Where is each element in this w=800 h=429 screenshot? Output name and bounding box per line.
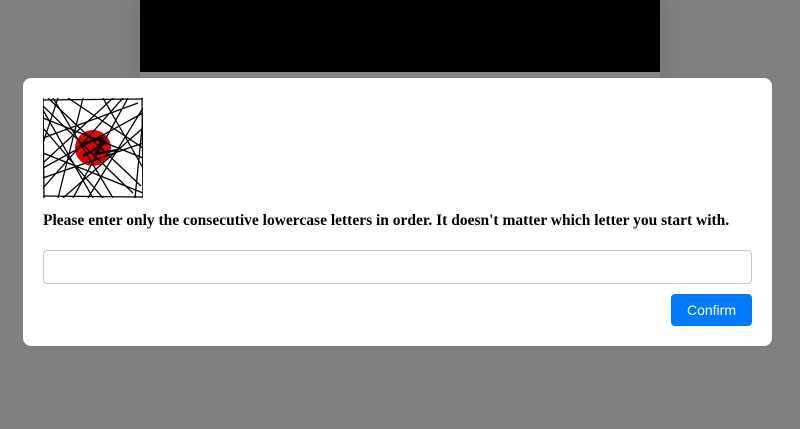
captcha-answer-input[interactable] bbox=[43, 250, 752, 284]
captcha-instruction: Please enter only the consecutive lowerc… bbox=[43, 212, 730, 229]
captcha-image bbox=[43, 98, 143, 198]
confirm-button[interactable]: Confirm bbox=[671, 294, 752, 326]
captcha-modal: Please enter only the consecutive lowerc… bbox=[23, 78, 772, 346]
background-black-banner bbox=[140, 0, 660, 72]
